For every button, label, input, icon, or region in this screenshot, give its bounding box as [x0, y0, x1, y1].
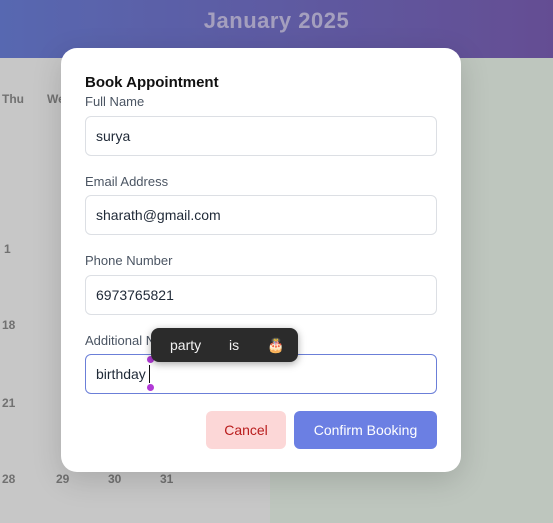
email-value: sharath@gmail.com [96, 207, 221, 223]
full-name-value: surya [96, 128, 131, 144]
confirm-booking-button[interactable]: Confirm Booking [294, 411, 437, 449]
phone-label: Phone Number [85, 253, 173, 268]
phone-value: 6973765821 [96, 287, 174, 303]
modal-title: Book Appointment [85, 74, 219, 91]
email-label: Email Address [85, 174, 169, 189]
full-name-input[interactable]: surya [85, 116, 437, 156]
phone-input[interactable]: 6973765821 [85, 275, 437, 315]
email-input[interactable]: sharath@gmail.com [85, 195, 437, 235]
text-suggestion-bar: party is 🎂 [151, 328, 298, 362]
full-name-label: Full Name [85, 94, 145, 109]
text-caret [148, 365, 150, 383]
suggestion-item[interactable]: is [229, 337, 239, 353]
book-appointment-modal: Book Appointment Full Name surya Email A… [61, 48, 461, 472]
suggestion-item[interactable]: party [170, 337, 201, 353]
selection-handle-bottom[interactable] [147, 384, 154, 391]
cake-emoji-suggestion[interactable]: 🎂 [267, 337, 284, 354]
notes-value: birthday [96, 366, 146, 382]
cancel-button[interactable]: Cancel [206, 411, 286, 449]
